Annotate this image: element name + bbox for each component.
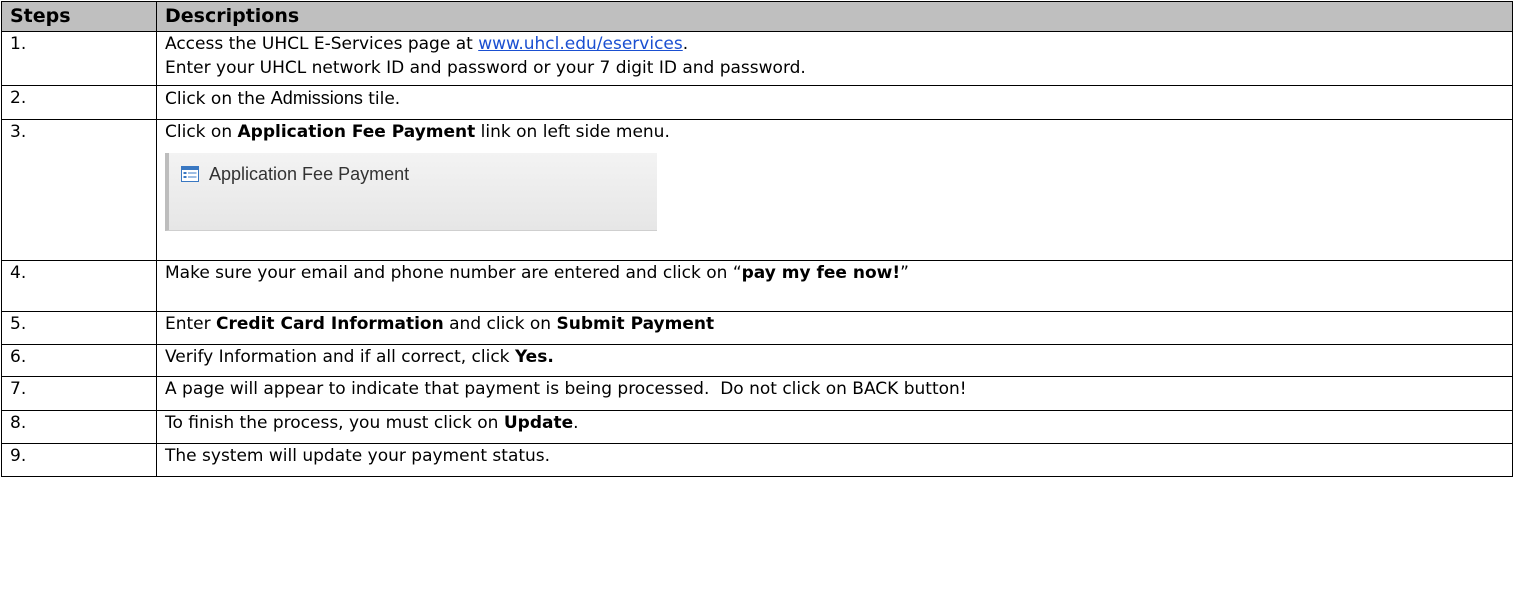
desc-text: Click on [165,122,238,142]
step-number: 8. [1,410,157,444]
desc-text: . [573,413,579,433]
table-row: 5. Enter Credit Card Information and cli… [1,311,1513,345]
step-description: Make sure your email and phone number ar… [156,260,1513,312]
desc-text: ” [900,263,909,283]
eservices-link[interactable]: www.uhcl.edu/eservices [478,34,683,54]
table-row: 9. The system will update your payment s… [1,443,1513,477]
step-description: A page will appear to indicate that paym… [156,376,1513,411]
step-description: Verify Information and if all correct, c… [156,344,1513,377]
desc-text: Access the UHCL E-Services page at [165,34,479,54]
table-row: 7. A page will appear to indicate that p… [1,376,1513,411]
step-description: Click on the Admissions tile. [156,85,1513,120]
desc-emphasis: Admissions [270,88,363,108]
desc-emphasis: pay my fee now! [741,263,901,283]
desc-emphasis: Submit Payment [556,314,715,334]
page-list-icon [181,166,199,182]
desc-emphasis: Update [503,413,574,433]
table-row: 6. Verify Information and if all correct… [1,344,1513,377]
header-row: Steps Descriptions [1,1,1513,32]
step-number: 5. [1,311,157,345]
step-description: Access the UHCL E-Services page at www.u… [156,31,1513,86]
desc-text: Click on the [165,89,271,109]
table-row: 3. Click on Application Fee Payment link… [1,119,1513,261]
step-number: 3. [1,119,157,261]
step-number: 1. [1,31,157,86]
desc-text: and click on [443,314,557,334]
desc-text: Make sure your email and phone number ar… [165,263,742,283]
header-descriptions: Descriptions [156,1,1513,32]
step-description: Click on Application Fee Payment link on… [156,119,1513,261]
desc-text: link on left side menu. [475,122,670,142]
step-description: The system will update your payment stat… [156,443,1513,477]
desc-text: tile. [362,89,401,109]
application-fee-payment-label: Application Fee Payment [209,164,410,184]
desc-emphasis: Yes. [514,347,554,367]
table-row: 1. Access the UHCL E-Services page at ww… [1,31,1513,86]
desc-emphasis: Application Fee Payment [237,122,476,142]
step-number: 6. [1,344,157,377]
step-number: 2. [1,85,157,120]
table-row: 4. Make sure your email and phone number… [1,260,1513,312]
desc-text: To finish the process, you must click on [165,413,504,433]
step-number: 9. [1,443,157,477]
step-description: To finish the process, you must click on… [156,410,1513,444]
step-number: 7. [1,376,157,411]
desc-text: Enter your UHCL network ID and password … [165,58,806,78]
desc-emphasis: Credit Card Information [216,314,444,334]
table-row: 2. Click on the Admissions tile. [1,85,1513,120]
table-row: 8. To finish the process, you must click… [1,410,1513,444]
header-steps: Steps [1,1,157,32]
desc-text: . [682,34,689,54]
desc-text: Enter [165,314,217,334]
desc-text: Verify Information and if all correct, c… [165,347,515,367]
application-fee-payment-screenshot: Application Fee Payment [165,153,657,231]
steps-table: Steps Descriptions 1. Access the UHCL E-… [1,1,1513,477]
step-description: Enter Credit Card Information and click … [156,311,1513,345]
step-number: 4. [1,260,157,312]
